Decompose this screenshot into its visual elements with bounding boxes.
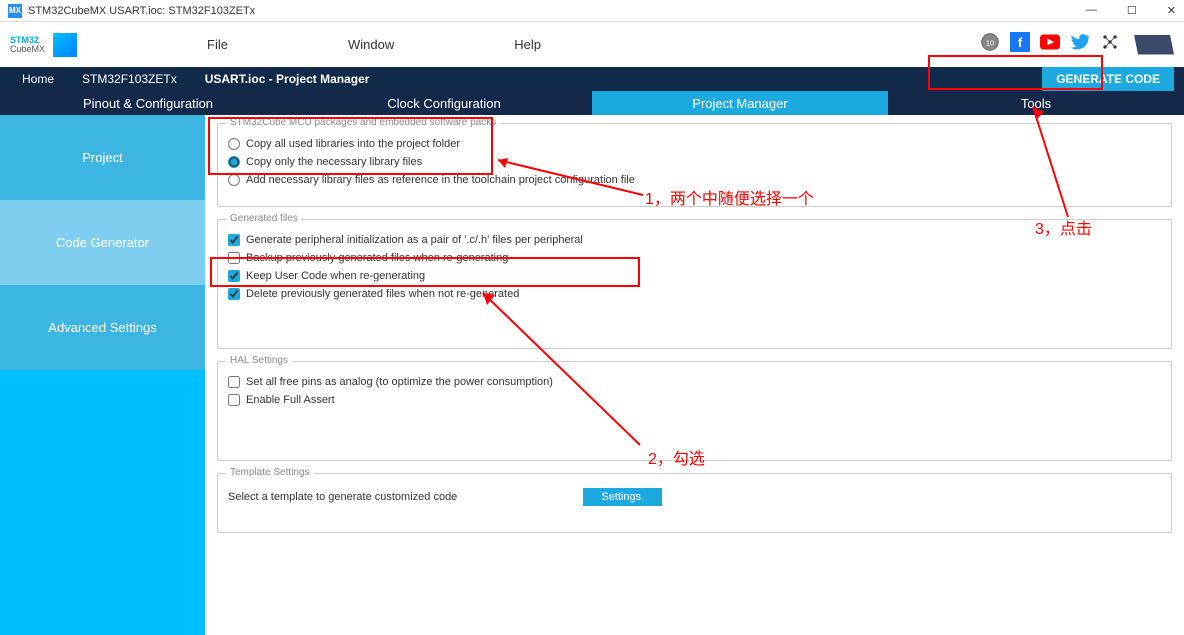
breadcrumb: Home STM32F103ZETx USART.ioc - Project M… (0, 67, 1184, 91)
menu-file[interactable]: File (207, 37, 228, 52)
content: Project Code Generator Advanced Settings… (0, 115, 1184, 635)
opt-backup[interactable]: Backup previously generated files when r… (228, 252, 1161, 264)
opt-enable-assert[interactable]: Enable Full Assert (228, 394, 1161, 406)
social-icons: 10 f (980, 32, 1174, 57)
legend-template: Template Settings (226, 467, 314, 478)
breadcrumb-current[interactable]: USART.ioc - Project Manager (193, 69, 386, 89)
network-icon[interactable] (1100, 32, 1120, 57)
svg-text:f: f (1018, 35, 1023, 50)
sidebar: Project Code Generator Advanced Settings (0, 115, 205, 635)
logo-line2: CubeMX (10, 45, 45, 54)
window-controls: — ☐ ✕ (1086, 4, 1176, 17)
close-button[interactable]: ✕ (1167, 4, 1176, 17)
topbar: STM32 CubeMX File Window Help 10 f (0, 22, 1184, 67)
check-backup[interactable] (228, 252, 240, 264)
titlebar: MX STM32CubeMX USART.ioc: STM32F103ZETx … (0, 0, 1184, 22)
opt-gen-peripheral[interactable]: Generate peripheral initialization as a … (228, 234, 1161, 246)
generate-code-button[interactable]: GENERATE CODE (1042, 67, 1174, 91)
tabs-bar: Pinout & Configuration Clock Configurati… (0, 91, 1184, 115)
template-text: Select a template to generate customized… (228, 491, 457, 503)
section-mcu-packages: STM32Cube MCU packages and embedded soft… (217, 123, 1172, 207)
breadcrumb-chip[interactable]: STM32F103ZETx (70, 69, 193, 89)
check-free-pins[interactable] (228, 376, 240, 388)
settings-button[interactable]: Settings. (583, 488, 662, 506)
section-generated-files: Generated files Generate peripheral init… (217, 219, 1172, 349)
legend-hal: HAL Settings (226, 355, 292, 366)
menu-window[interactable]: Window (348, 37, 394, 52)
sidebar-item-code-generator[interactable]: Code Generator (0, 200, 205, 285)
opt-add-reference[interactable]: Add necessary library files as reference… (228, 174, 1161, 186)
st-logo-icon (1134, 35, 1174, 55)
tab-tools[interactable]: Tools (888, 91, 1184, 115)
radio-copy-necessary[interactable] (228, 156, 240, 168)
svg-text:10: 10 (986, 38, 994, 47)
app-icon: MX (8, 4, 22, 18)
radio-copy-all[interactable] (228, 138, 240, 150)
sidebar-item-project[interactable]: Project (0, 115, 205, 200)
opt-copy-all[interactable]: Copy all used libraries into the project… (228, 138, 1161, 150)
legend-generated: Generated files (226, 213, 302, 224)
radio-add-reference[interactable] (228, 174, 240, 186)
template-row: Select a template to generate customized… (228, 488, 1161, 506)
menu-help[interactable]: Help (514, 37, 541, 52)
legend-mcu: STM32Cube MCU packages and embedded soft… (226, 117, 500, 128)
facebook-icon[interactable]: f (1010, 32, 1030, 57)
section-hal: HAL Settings Set all free pins as analog… (217, 361, 1172, 461)
logo: STM32 CubeMX (10, 33, 77, 57)
twitter-icon[interactable] (1070, 32, 1090, 57)
opt-keep-user-code[interactable]: Keep User Code when re-generating (228, 270, 1161, 282)
main-panel: STM32Cube MCU packages and embedded soft… (205, 115, 1184, 635)
tab-clock[interactable]: Clock Configuration (296, 91, 592, 115)
main-menu: File Window Help (207, 37, 541, 52)
tab-project-manager[interactable]: Project Manager (592, 91, 888, 115)
youtube-icon[interactable] (1040, 32, 1060, 57)
tab-pinout[interactable]: Pinout & Configuration (0, 91, 296, 115)
opt-delete-prev[interactable]: Delete previously generated files when n… (228, 288, 1161, 300)
check-enable-assert[interactable] (228, 394, 240, 406)
opt-free-pins-analog[interactable]: Set all free pins as analog (to optimize… (228, 376, 1161, 388)
minimize-button[interactable]: — (1086, 4, 1097, 17)
maximize-button[interactable]: ☐ (1127, 4, 1137, 17)
opt-copy-necessary[interactable]: Copy only the necessary library files (228, 156, 1161, 168)
badge-icon[interactable]: 10 (980, 32, 1000, 57)
breadcrumb-home[interactable]: Home (10, 69, 70, 89)
section-template: Template Settings Select a template to g… (217, 473, 1172, 533)
check-delete-prev[interactable] (228, 288, 240, 300)
window-title: STM32CubeMX USART.ioc: STM32F103ZETx (28, 5, 255, 17)
cube-icon (53, 33, 77, 57)
check-keep-user[interactable] (228, 270, 240, 282)
sidebar-fill (0, 370, 205, 635)
check-gen-peripheral[interactable] (228, 234, 240, 246)
sidebar-item-advanced[interactable]: Advanced Settings (0, 285, 205, 370)
